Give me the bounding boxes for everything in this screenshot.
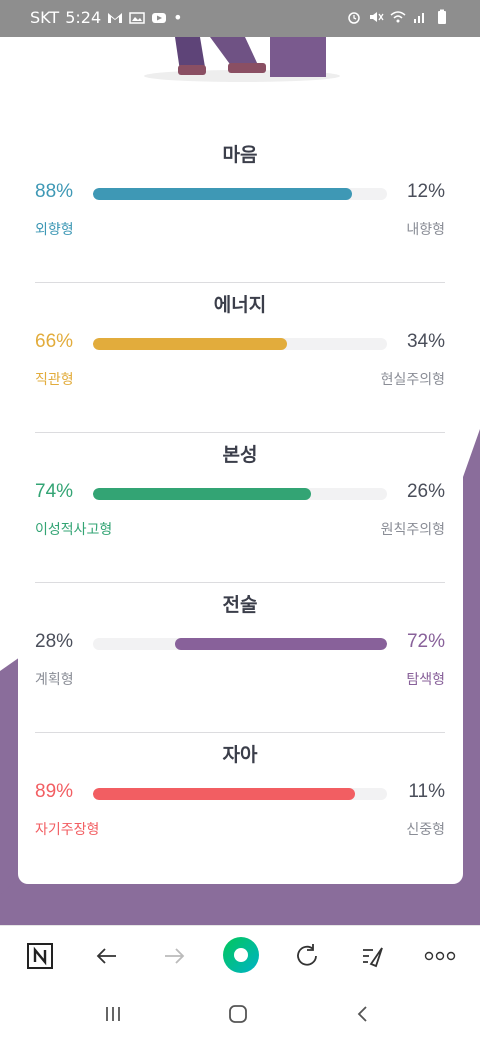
progress-bar xyxy=(93,488,387,500)
status-right xyxy=(346,9,450,25)
more-icon xyxy=(424,951,456,961)
status-bar: SKT 5:24 • xyxy=(0,0,480,37)
result-section-nature: 본성 74% 26% 이성적사고형 원칙주의형 xyxy=(35,433,445,583)
result-section-mind: 마음 88% 12% 외향형 내향형 xyxy=(35,133,445,283)
more-button[interactable] xyxy=(424,940,456,972)
left-percent: 88% xyxy=(35,181,74,202)
home-icon xyxy=(229,1005,247,1023)
section-title: 마음 xyxy=(222,144,258,166)
notification-dot: • xyxy=(173,8,183,27)
recent-apps-icon xyxy=(106,1007,120,1021)
refresh-button[interactable] xyxy=(291,940,323,972)
youtube-icon xyxy=(152,12,167,23)
right-percent: 12% xyxy=(406,181,445,202)
right-label: 내향형 xyxy=(406,222,445,238)
result-card: 마음 88% 12% 외향형 내향형 에너지 66% 34% 직관형 현실주의형… xyxy=(18,107,463,884)
right-label: 현실주의형 xyxy=(380,372,445,388)
share-icon xyxy=(363,947,383,968)
right-percent: 26% xyxy=(406,481,445,502)
progress-fill xyxy=(93,488,311,500)
progress-bar xyxy=(93,788,387,800)
progress-bar xyxy=(93,188,387,200)
section-title: 자아 xyxy=(222,744,258,766)
right-label: 탐색형 xyxy=(406,672,445,688)
browser-toolbar xyxy=(0,925,480,988)
share-button[interactable] xyxy=(356,940,388,972)
back-arrow-icon xyxy=(96,948,116,964)
back-button[interactable] xyxy=(91,940,123,972)
left-label: 이성적사고형 xyxy=(35,522,113,538)
forward-button[interactable] xyxy=(158,940,190,972)
left-percent: 74% xyxy=(35,481,74,502)
system-nav-bar xyxy=(0,987,480,1040)
progress-fill xyxy=(93,188,352,200)
section-title: 전술 xyxy=(222,594,258,616)
back-icon xyxy=(357,1006,367,1022)
green-dot-button[interactable] xyxy=(222,936,260,974)
left-percent: 89% xyxy=(35,781,74,802)
mute-icon xyxy=(370,12,384,22)
signal-icon xyxy=(414,13,424,23)
back-nav-button[interactable] xyxy=(348,1001,378,1027)
left-label: 계획형 xyxy=(35,672,74,688)
progress-fill xyxy=(93,788,355,800)
right-percent: 72% xyxy=(406,631,445,652)
naver-home-icon xyxy=(27,943,53,969)
right-label: 원칙주의형 xyxy=(380,522,445,538)
clock: 5:24 xyxy=(65,8,102,27)
left-label: 자기주장형 xyxy=(35,822,100,838)
gmail-icon xyxy=(108,12,123,23)
naver-home-button[interactable] xyxy=(24,940,56,972)
progress-fill xyxy=(93,338,288,350)
section-title: 본성 xyxy=(222,444,258,466)
result-section-identity: 자아 89% 11% 자기주장형 신중형 xyxy=(35,733,445,883)
green-circle-icon xyxy=(223,937,259,973)
progress-fill xyxy=(175,638,387,650)
left-percent: 66% xyxy=(35,331,74,352)
progress-bar xyxy=(93,338,387,350)
recent-apps-button[interactable] xyxy=(98,1001,128,1027)
battery-icon xyxy=(438,9,446,24)
right-percent: 34% xyxy=(406,331,445,352)
status-left: SKT 5:24 • xyxy=(30,8,183,27)
alarm-icon xyxy=(348,12,360,24)
home-button[interactable] xyxy=(223,1001,253,1027)
right-label: 신중형 xyxy=(406,822,445,838)
page-content: 마음 88% 12% 외향형 내향형 에너지 66% 34% 직관형 현실주의형… xyxy=(0,37,480,925)
section-title: 에너지 xyxy=(213,294,267,316)
wifi-icon xyxy=(390,11,406,23)
right-percent: 11% xyxy=(408,781,445,802)
left-label: 직관형 xyxy=(35,372,74,388)
carrier: SKT xyxy=(30,8,60,27)
refresh-icon xyxy=(297,944,317,966)
progress-bar xyxy=(93,638,387,650)
photo-icon xyxy=(129,11,145,24)
left-label: 외향형 xyxy=(35,222,74,238)
result-section-tactics: 전술 28% 72% 계획형 탐색형 xyxy=(35,583,445,733)
left-percent: 28% xyxy=(35,631,74,652)
forward-arrow-icon xyxy=(165,948,185,964)
result-section-energy: 에너지 66% 34% 직관형 현실주의형 xyxy=(35,283,445,433)
